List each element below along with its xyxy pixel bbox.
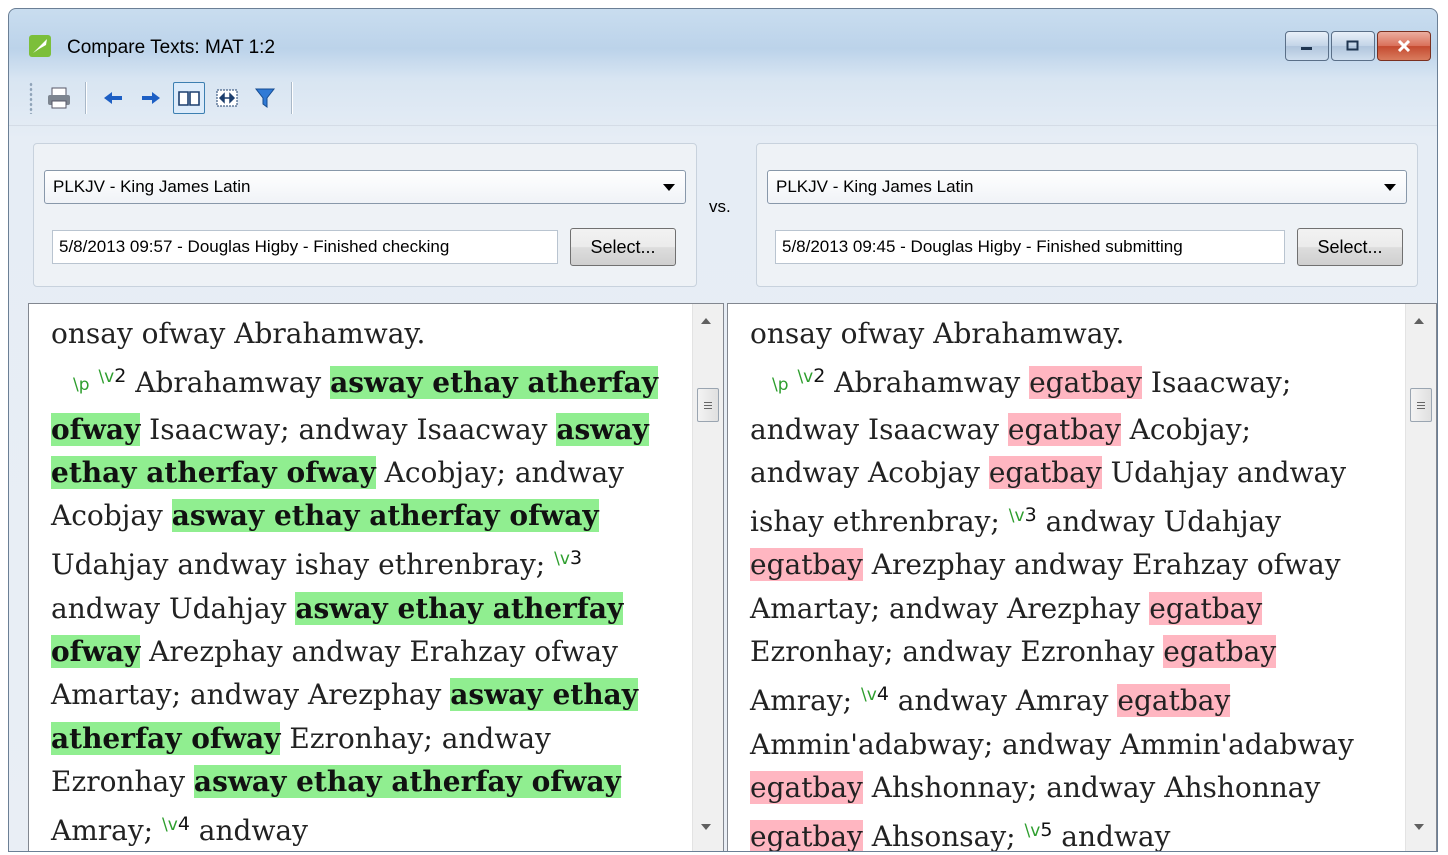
arrow-left-icon [104, 92, 122, 104]
print-icon [48, 87, 70, 109]
print-button[interactable] [43, 82, 75, 114]
deleted-text: egatbay [1029, 366, 1142, 400]
text-run: Abrahamway [825, 366, 1030, 400]
text-run: andway [1052, 820, 1171, 852]
verse-number: 3 [1024, 504, 1037, 527]
deleted-text: egatbay [750, 548, 863, 582]
text-run: Udahjay andway ishay ethrenbray; [51, 548, 555, 582]
fit-width-icon [216, 89, 238, 107]
verse-number: 4 [876, 683, 889, 706]
minimize-icon [1301, 47, 1312, 50]
scroll-up-icon[interactable] [1414, 318, 1424, 324]
toolbar-grip[interactable] [29, 82, 33, 114]
left-source-group: PLKJV - King James Latin 5/8/2013 09:57 … [33, 143, 697, 287]
chevron-down-icon [1384, 184, 1396, 191]
left-revision-field[interactable]: 5/8/2013 09:57 - Douglas Higby - Finishe… [52, 230, 558, 264]
right-project-select[interactable]: PLKJV - King James Latin [767, 170, 1407, 204]
left-text-content: onsay ofway Abrahamway. \p \v2 Abrahamway… [51, 312, 661, 851]
right-scrollbar[interactable] [1405, 304, 1436, 851]
minimize-button[interactable] [1285, 31, 1329, 61]
scroll-thumb[interactable] [1410, 388, 1432, 422]
verse-number: 3 [569, 547, 583, 570]
arrow-right-icon [142, 92, 160, 104]
window-title: Compare Texts: MAT 1:2 [67, 37, 276, 58]
left-scrollbar[interactable] [692, 304, 723, 851]
back-button[interactable] [97, 82, 129, 114]
text-run: Amray; [51, 814, 163, 848]
verse-number: 2 [813, 365, 826, 388]
left-project-select[interactable]: PLKJV - King James Latin [44, 170, 686, 204]
filter-icon [254, 88, 276, 108]
deleted-text: egatbay [988, 455, 1102, 489]
text-run: Amray; [750, 684, 862, 718]
scroll-thumb[interactable] [697, 388, 719, 422]
title-bar[interactable]: Compare Texts: MAT 1:2 [9, 9, 1437, 73]
right-text-content: onsay ofway Abrahamway. \p \v2 Abrahamway… [750, 312, 1360, 852]
text-run: Isaacway; andway Isaacway [140, 412, 557, 446]
forward-button[interactable] [135, 82, 167, 114]
paragraph-marker: \p [73, 375, 90, 396]
app-feather-icon [29, 35, 51, 57]
toolbar-separator [291, 82, 293, 114]
maximize-button[interactable] [1331, 31, 1375, 61]
verse-marker: \v [1008, 506, 1025, 527]
text-run: Ammin'adabway; andway Ammin'adabway [750, 727, 1354, 761]
verse-number: 5 [1040, 819, 1053, 842]
scroll-up-icon[interactable] [701, 318, 711, 324]
deleted-text: egatbay [1117, 684, 1231, 718]
deleted-text: egatbay [1163, 635, 1277, 669]
maximize-icon [1346, 40, 1359, 51]
verse-marker: \v [162, 815, 178, 836]
close-button[interactable] [1377, 31, 1431, 61]
left-select-button[interactable]: Select... [570, 228, 676, 266]
deleted-text: egatbay [750, 770, 863, 804]
text-run: andway Udahjay [51, 591, 296, 625]
text-run: onsay ofway Abrahamway. [51, 317, 426, 350]
book-icon [178, 91, 200, 106]
scroll-down-icon[interactable] [701, 824, 711, 830]
deleted-text: egatbay [1007, 412, 1121, 446]
text-run: Ahsonsay; [862, 820, 1025, 852]
left-project-value: PLKJV - King James Latin [53, 177, 251, 196]
filter-button[interactable] [249, 82, 281, 114]
verse-marker: \v [98, 367, 115, 388]
right-revision-field[interactable]: 5/8/2013 09:45 - Douglas Higby - Finishe… [775, 230, 1285, 264]
text-run: andway Amray [888, 684, 1118, 718]
verse-marker: \v [1024, 821, 1041, 842]
verse-number: 2 [114, 365, 127, 388]
chevron-down-icon [663, 184, 675, 191]
close-icon [1397, 40, 1411, 52]
left-text-pane[interactable]: onsay ofway Abrahamway. \p \v2 Abrahamway… [28, 303, 724, 851]
right-select-button[interactable]: Select... [1297, 228, 1403, 266]
text-run: andway [189, 814, 308, 848]
compare-texts-window: Compare Texts: MAT 1:2 PLKJV - King Jame… [8, 8, 1438, 852]
toolbar-separator [85, 82, 87, 114]
text-run: Abrahamway [126, 366, 331, 400]
side-by-side-button[interactable] [173, 82, 205, 114]
verse-marker: \v [861, 685, 877, 706]
fit-width-button[interactable] [211, 82, 243, 114]
verse-marker: \v [797, 367, 814, 388]
right-text-pane[interactable]: onsay ofway Abrahamway. \p \v2 Abrahamway… [727, 303, 1437, 852]
vs-label: vs. [709, 197, 731, 216]
deleted-text: egatbay [1149, 591, 1263, 625]
verse-number: 4 [177, 813, 190, 836]
scroll-down-icon[interactable] [1414, 824, 1424, 830]
inserted-text: asway ethay atherfay ofway [171, 499, 599, 533]
text-run: Ezronhay; andway Ezronhay [750, 635, 1164, 669]
text-run: andway Udahjay [1036, 505, 1282, 539]
right-source-group: PLKJV - King James Latin 5/8/2013 09:45 … [756, 143, 1418, 287]
toolbar [29, 75, 359, 121]
text-run: onsay ofway Abrahamway. [750, 317, 1125, 350]
right-project-value: PLKJV - King James Latin [776, 177, 974, 196]
paragraph-marker: \p [772, 375, 789, 396]
toolbar-divider [9, 125, 1437, 126]
inserted-text: asway ethay atherfay ofway [193, 764, 621, 798]
text-run: Ahshonnay; andway Ahshonnay [862, 770, 1321, 804]
deleted-text: egatbay [750, 820, 863, 852]
verse-marker: \v [554, 549, 570, 570]
